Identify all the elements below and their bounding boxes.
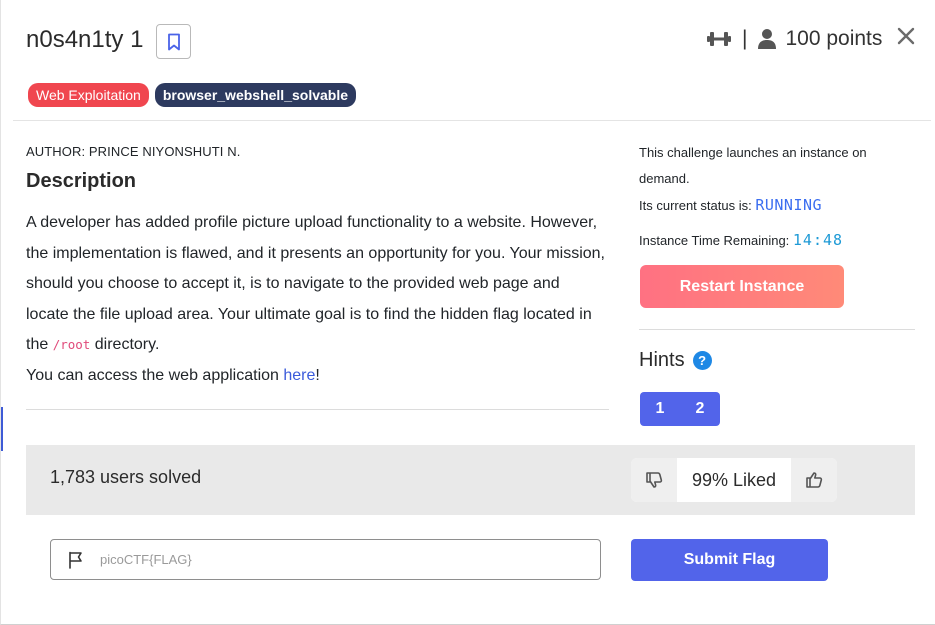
hints-title: Hints [639,349,685,371]
description-divider [26,409,609,410]
thumbs-up-button[interactable] [791,458,837,502]
time-label: Instance Time Remaining: [639,233,793,248]
hints-heading: Hints ? [639,349,712,372]
liked-percentage: 99% Liked [691,469,777,490]
description-heading: Description [26,170,137,192]
thumbs-down-icon [646,472,663,488]
help-icon[interactable]: ? [692,351,712,370]
dumbbell-icon [707,32,731,46]
hint-buttons: 1 2 [640,392,720,426]
stats-bar: 1,783 users solved 99% Liked [26,445,915,515]
access-prefix: You can access the web application [26,366,284,384]
rating-group: 99% Liked [631,458,837,502]
challenge-modal: n0s4n1ty 1 | 100 points Web Exploitation… [0,0,935,625]
status-line: Its current status is: RUNNING [639,194,915,217]
here-link[interactable]: here [283,367,315,384]
left-accent-bar [1,407,3,451]
restart-instance-button[interactable]: Restart Instance [640,265,844,308]
bookmark-button[interactable] [156,24,191,59]
close-button[interactable] [895,25,917,47]
status-value: RUNNING [755,196,823,214]
hint-button-2[interactable]: 2 [680,392,720,426]
time-line: Instance Time Remaining: 14:48 [639,229,915,252]
challenge-title: n0s4n1ty 1 [26,26,144,53]
author-line: AUTHOR: PRINCE NIYONSHUTI N. [26,144,241,159]
tag-webshell[interactable]: browser_webshell_solvable [154,83,357,107]
flag-input[interactable] [100,552,580,567]
points-value: 100 points [785,27,883,50]
user-icon [758,29,777,49]
meta-separator: | [742,27,748,50]
challenge-meta: | 100 points [706,24,882,54]
description-text-end: directory. [90,336,160,353]
description-body: A developer has added profile picture up… [26,208,606,391]
header-divider [13,120,931,121]
access-suffix: ! [315,366,320,384]
hint-button-1[interactable]: 1 [640,392,680,426]
bookmark-icon [167,33,180,50]
thumbs-up-icon [806,472,823,488]
tag-list: Web Exploitation browser_webshell_solvab… [28,83,357,107]
flag-icon [51,551,91,569]
root-path-code: /root [52,337,91,352]
instance-divider [639,329,915,330]
status-label: Its current status is: [639,198,756,213]
tag-category[interactable]: Web Exploitation [28,83,149,107]
time-remaining: 14:48 [792,231,844,249]
users-solved: 1,783 users solved [50,467,202,487]
launch-text: This challenge launches an instance on d… [639,145,867,186]
close-icon [897,27,915,45]
description-text: A developer has added profile picture up… [26,214,605,353]
instance-panel: This challenge launches an instance on d… [639,140,915,252]
flag-field[interactable] [50,539,601,580]
submit-flag-button[interactable]: Submit Flag [631,539,828,581]
thumbs-down-button[interactable] [631,458,677,502]
